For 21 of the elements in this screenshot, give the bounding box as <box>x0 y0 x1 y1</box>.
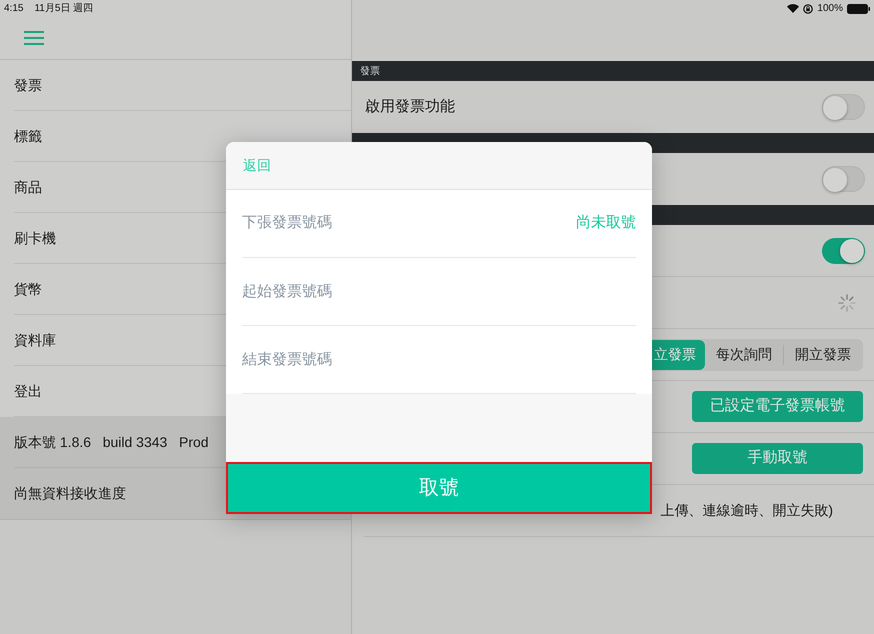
input-field[interactable]: 起始發票號碼 <box>242 258 636 326</box>
section-title: 發票 <box>360 64 380 78</box>
toggle-switch[interactable] <box>822 94 865 120</box>
sidebar-item[interactable]: 發票 <box>14 60 351 111</box>
toggle-switch[interactable] <box>822 238 865 264</box>
description-text: 上傳、連線逾時、開立失敗) <box>660 501 833 520</box>
info-text: 尚無資料接收進度 <box>14 484 127 503</box>
status-time: 4:15 <box>4 2 24 16</box>
segment-tab[interactable]: 開立發票 <box>784 340 862 370</box>
battery-icon <box>847 4 870 14</box>
menu-icon[interactable] <box>24 30 44 45</box>
status-value: 尚未取號 <box>576 213 636 234</box>
status-date: 11月5日 週四 <box>34 2 94 16</box>
setting-label: 啟用發票功能 <box>364 96 455 117</box>
wifi-icon <box>787 4 800 13</box>
toggle-switch[interactable] <box>822 166 865 192</box>
field-label: 下張發票號碼 <box>242 213 332 234</box>
rotation-lock-icon <box>803 4 814 14</box>
segment-tab[interactable]: 每次詢問 <box>705 340 783 370</box>
loading-spinner-icon <box>838 294 856 312</box>
battery-percent: 100% <box>817 2 843 16</box>
